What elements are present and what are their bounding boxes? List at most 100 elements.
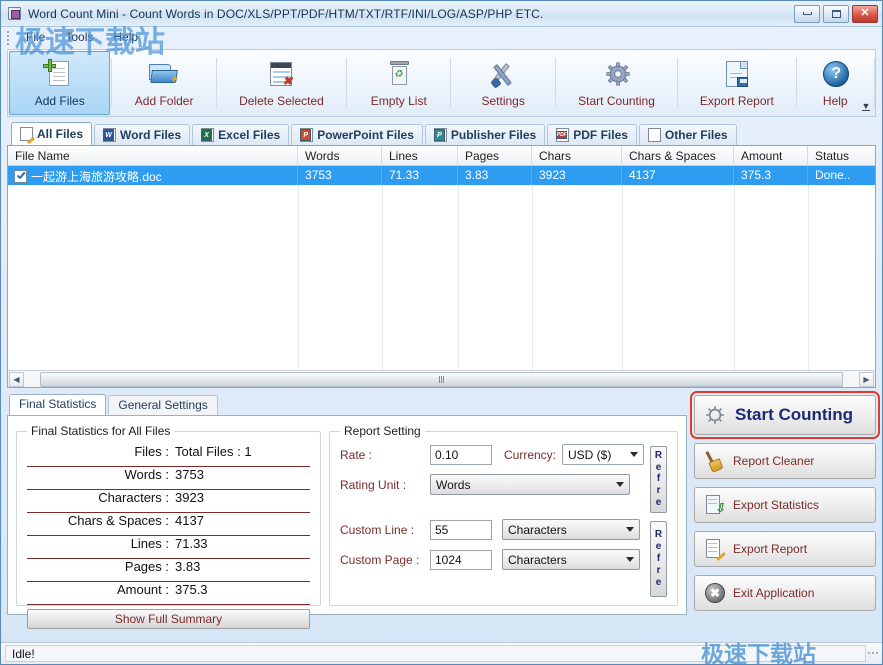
scroll-left-arrow[interactable]: ◀	[9, 372, 24, 387]
column-header-chars[interactable]: Chars	[532, 146, 622, 165]
stat-row-chars-spaces: Chars & Spaces : 4137	[27, 513, 310, 536]
tab-publisher-files[interactable]: P Publisher Files	[425, 124, 545, 145]
rating-unit-select[interactable]: Words	[430, 474, 630, 495]
powerpoint-icon: P	[300, 128, 313, 142]
toolbar-label: Start Counting	[578, 94, 655, 108]
rate-settings: Rate : Currency: USD ($) Rating	[340, 444, 644, 495]
chevron-down-icon	[626, 527, 634, 532]
app-icon	[7, 6, 23, 22]
toolbar-label: Delete Selected	[239, 94, 324, 108]
custom-line-input[interactable]	[430, 520, 492, 540]
title-bar: Word Count Mini - Count Words in DOC/XLS…	[1, 1, 882, 27]
toolbar-label: Empty List	[371, 94, 427, 108]
tab-label: PDF Files	[573, 128, 628, 142]
stat-value: 3923	[175, 490, 204, 505]
toolbar-label: Add Files	[35, 94, 85, 108]
currency-select[interactable]: USD ($)	[562, 444, 644, 465]
tab-final-statistics[interactable]: Final Statistics	[9, 394, 106, 415]
toolbar-button-start-counting[interactable]: Start Counting	[556, 50, 677, 116]
delete-list-icon: ✖	[264, 59, 298, 91]
main-toolbar: Add Files ✦ Add Folder ✖ Delete Selected…	[7, 49, 876, 117]
file-list-body: 一起游上海旅游攻略.doc 3753 71.33 3.83 3923 4137 …	[8, 166, 875, 370]
window-controls: ✕	[794, 5, 878, 23]
column-header-words[interactable]: Words	[298, 146, 382, 165]
maximize-icon	[832, 10, 841, 18]
tab-label: Excel Files	[218, 128, 280, 142]
maximize-button[interactable]	[823, 5, 849, 23]
stat-value: 3753	[175, 467, 204, 482]
menu-item-help[interactable]: Help	[104, 29, 147, 45]
toolbar-button-settings[interactable]: Settings	[451, 50, 554, 116]
scroll-thumb[interactable]	[40, 372, 843, 387]
column-header-file-name[interactable]: File Name	[8, 146, 298, 165]
table-row[interactable]: 一起游上海旅游攻略.doc 3753 71.33 3.83 3923 4137 …	[8, 166, 875, 185]
toolbar-button-add-folder[interactable]: ✦ Add Folder	[112, 50, 215, 116]
show-full-summary-button[interactable]: Show Full Summary	[27, 609, 310, 629]
stat-row-words: Words : 3753	[27, 467, 310, 490]
custom-line-unit-select[interactable]: Characters	[502, 519, 640, 540]
custom-settings: Custom Line : Characters Custom Page :	[340, 519, 644, 570]
toolbar-label: Export Report	[700, 94, 774, 108]
tab-excel-files[interactable]: X Excel Files	[192, 124, 289, 145]
minimize-button[interactable]	[794, 5, 820, 23]
toolbar-button-add-files[interactable]: Add Files	[9, 51, 110, 115]
export-document-icon	[720, 59, 754, 91]
window-title: Word Count Mini - Count Words in DOC/XLS…	[28, 7, 794, 21]
stat-row-files: Files : Total Files : 1	[27, 444, 310, 467]
tools-icon	[486, 59, 520, 91]
tab-general-settings[interactable]: General Settings	[108, 395, 217, 415]
toolbar-label: Help	[823, 94, 848, 108]
all-files-icon	[20, 127, 33, 141]
action-label: Start Counting	[735, 405, 853, 425]
toolbar-button-export-report[interactable]: Export Report	[678, 50, 795, 116]
tab-other-files[interactable]: Other Files	[639, 124, 737, 145]
column-header-status[interactable]: Status	[808, 146, 864, 165]
report-cleaner-button[interactable]: Report Cleaner	[694, 443, 876, 479]
close-button[interactable]: ✕	[852, 5, 878, 23]
menu-item-file[interactable]: File	[17, 29, 54, 45]
row-checkbox[interactable]	[14, 170, 27, 183]
stat-label: Characters :	[27, 490, 175, 505]
resize-grip-icon[interactable]	[868, 652, 882, 656]
minimize-icon	[803, 12, 812, 15]
tab-pdf-files[interactable]: PDF PDF Files	[547, 124, 637, 145]
toolbar-button-delete-selected[interactable]: ✖ Delete Selected	[217, 50, 346, 116]
cell-pages: 3.83	[458, 166, 532, 185]
currency-value: USD ($)	[568, 448, 624, 462]
export-statistics-button[interactable]: ⇩ Export Statistics	[694, 487, 876, 523]
tab-powerpoint-files[interactable]: P PowerPoint Files	[291, 124, 423, 145]
start-counting-button[interactable]: Start Counting	[694, 395, 876, 435]
export-report-button[interactable]: Export Report	[694, 531, 876, 567]
stat-row-amount: Amount : 375.3	[27, 582, 310, 605]
menu-bar: File Tools Help	[1, 27, 882, 47]
help-circle-icon: ?	[818, 59, 852, 91]
custom-page-label: Custom Page :	[340, 553, 424, 567]
column-header-amount[interactable]: Amount	[734, 146, 808, 165]
stat-label: Chars & Spaces :	[27, 513, 175, 528]
refresh-custom-button[interactable]: Refre	[650, 521, 667, 597]
stat-label: Amount :	[27, 582, 175, 597]
refresh-rate-button[interactable]: Refre	[650, 446, 667, 513]
exit-application-button[interactable]: ✖ Exit Application	[694, 575, 876, 611]
rate-input[interactable]	[430, 445, 492, 465]
scroll-track[interactable]	[24, 372, 859, 387]
tab-word-files[interactable]: W Word Files	[94, 124, 190, 145]
scroll-right-arrow[interactable]: ▶	[859, 372, 874, 387]
trash-icon: ♻	[382, 59, 416, 91]
tab-all-files[interactable]: All Files	[11, 122, 92, 145]
horizontal-scrollbar[interactable]: ◀ ▶	[8, 370, 875, 387]
column-header-lines[interactable]: Lines	[382, 146, 458, 165]
custom-page-input[interactable]	[430, 550, 492, 570]
menu-item-tools[interactable]: Tools	[56, 29, 102, 45]
column-header-pages[interactable]: Pages	[458, 146, 532, 165]
gear-icon	[705, 405, 725, 425]
toolbar-label: Settings	[482, 94, 525, 108]
cell-words: 3753	[298, 166, 382, 185]
stat-value: 3.83	[175, 559, 200, 574]
stat-value: 71.33	[175, 536, 208, 551]
custom-page-unit-select[interactable]: Characters	[502, 549, 640, 570]
toolbar-button-empty-list[interactable]: ♻ Empty List	[347, 50, 450, 116]
close-icon: ✕	[860, 8, 869, 19]
column-header-chars-spaces[interactable]: Chars & Spaces	[622, 146, 734, 165]
toolbar-overflow-button[interactable]: ▼	[859, 98, 873, 114]
